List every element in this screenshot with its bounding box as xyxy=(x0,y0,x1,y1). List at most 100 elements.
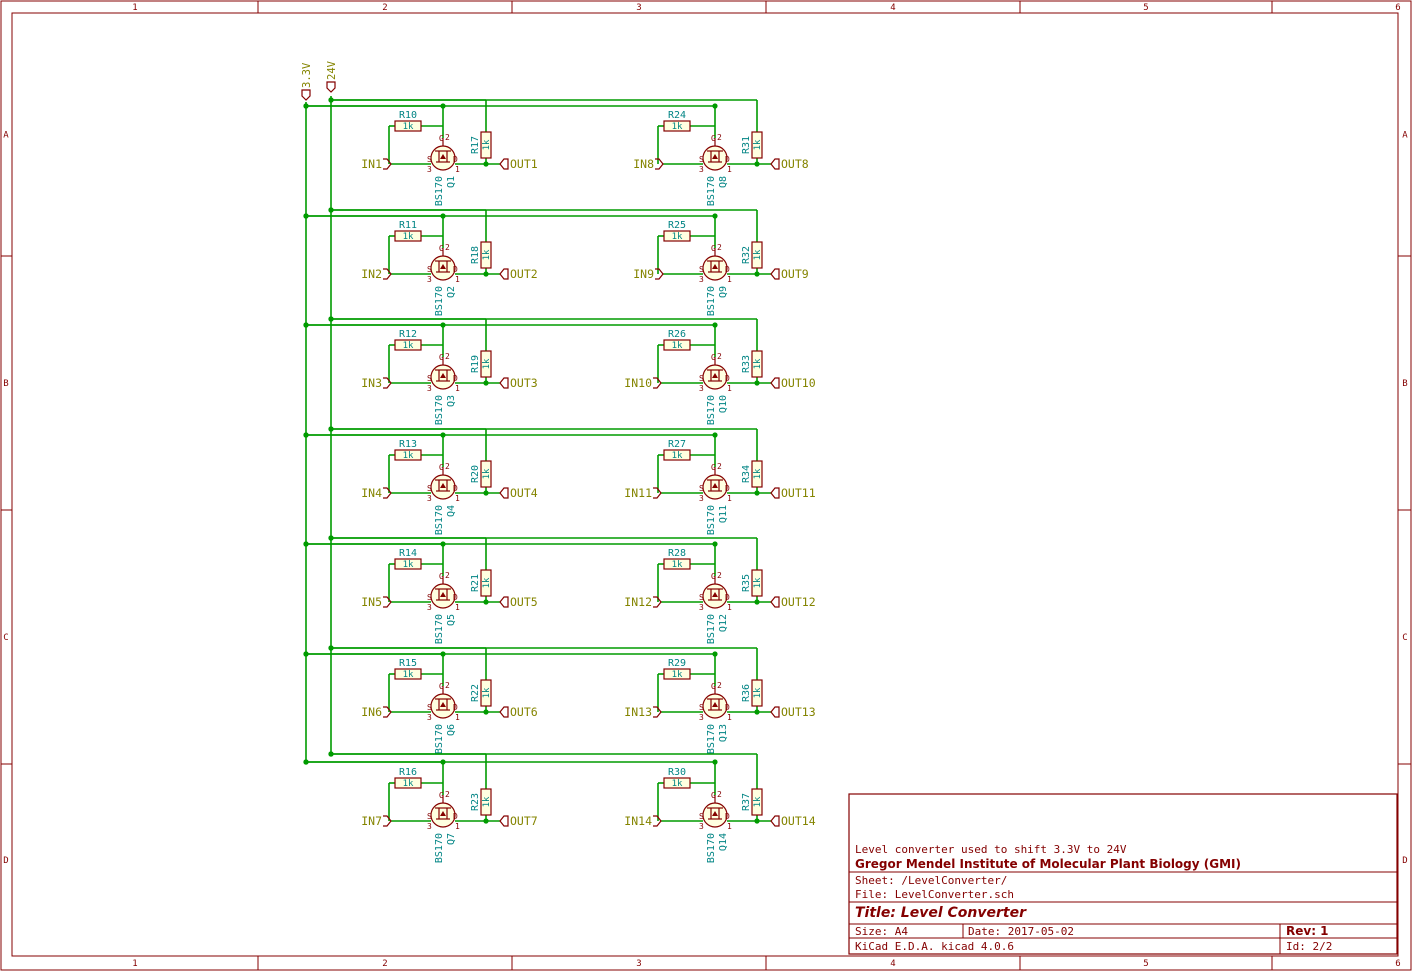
mosfet-value: BS170 xyxy=(706,724,717,754)
circuit-cell: 1kR13IN41kR20G 2S3D1BS170 Q4OUT4 xyxy=(303,426,538,535)
circuit-cell: 1kR11IN21kR18G 2S3D1BS170 Q2OUT2 xyxy=(303,207,538,316)
mosfet-pin-1: 1 xyxy=(455,822,460,831)
mosfet-ref: Q11 xyxy=(718,505,729,523)
input-label: IN4 xyxy=(361,486,382,500)
gate-resistor-ref: R25 xyxy=(668,220,686,231)
mosfet-ref: Q12 xyxy=(718,614,729,632)
output-label-shape xyxy=(499,487,509,499)
output-label-shape xyxy=(770,377,780,389)
frame-col-label-top: 1 xyxy=(132,3,137,13)
frame-col-label-top: 6 xyxy=(1395,3,1400,13)
junction-dot xyxy=(303,213,309,219)
mosfet-pin-g: G xyxy=(711,244,716,253)
mosfet-value: BS170 xyxy=(706,176,717,206)
mosfet-pin-g: G xyxy=(711,134,716,143)
gate-resistor-value: 1k xyxy=(672,779,683,789)
pullup-resistor-ref: R18 xyxy=(470,246,481,264)
input-label-shape xyxy=(653,487,662,499)
input-label: IN7 xyxy=(361,814,382,828)
mosfet-pin-s: S xyxy=(427,374,432,383)
mosfet-ref: Q6 xyxy=(446,724,457,736)
mosfet-pin-1: 1 xyxy=(727,384,732,393)
mosfet-pin-1: 1 xyxy=(455,713,460,722)
mosfet-pin-1: 1 xyxy=(727,822,732,831)
mosfet-pin-1: 1 xyxy=(455,165,460,174)
mosfet-pin-g: G xyxy=(711,353,716,362)
frame-row-label-left: A xyxy=(3,131,9,141)
output-label: OUT14 xyxy=(781,814,816,828)
circuit-cell: 1kR16IN71kR23G 2S3D1BS170 Q7OUT7 xyxy=(303,751,538,863)
pullup-resistor-value: 1k xyxy=(753,139,763,150)
mosfet-ref: Q7 xyxy=(446,833,457,845)
output-label-shape xyxy=(499,596,509,608)
junction-dot xyxy=(303,103,309,109)
mosfet-value: BS170 xyxy=(434,176,445,206)
pullup-resistor-ref: R34 xyxy=(741,465,752,483)
junction-dot xyxy=(303,651,309,657)
mosfet-pin-2: 2 xyxy=(717,243,722,252)
mosfet-pin-3: 3 xyxy=(699,603,704,612)
mosfet-value: BS170 xyxy=(434,833,445,863)
gate-resistor-ref: R10 xyxy=(399,110,417,121)
gate-resistor-value: 1k xyxy=(403,341,414,351)
output-label-shape xyxy=(499,268,509,280)
mosfet-pin-g: G xyxy=(439,353,444,362)
input-label: IN10 xyxy=(624,376,652,390)
input-label: IN8 xyxy=(633,157,654,171)
input-label: IN6 xyxy=(361,705,382,719)
frame-col-label-bottom: 5 xyxy=(1143,959,1148,969)
mosfet-pin-1: 1 xyxy=(727,603,732,612)
mosfet-ref: Q14 xyxy=(718,833,729,851)
gate-resistor-ref: R27 xyxy=(668,439,686,450)
input-label: IN9 xyxy=(633,267,654,281)
pullup-resistor-ref: R23 xyxy=(470,793,481,811)
output-label-shape xyxy=(499,158,509,170)
mosfet-ref: Q10 xyxy=(718,395,729,413)
input-label: IN1 xyxy=(361,157,382,171)
frame-row-label-left: B xyxy=(3,379,8,389)
mosfet-ref: Q8 xyxy=(718,176,729,188)
mosfet-pin-s: S xyxy=(699,484,704,493)
mosfet-pin-g: G xyxy=(439,791,444,800)
input-label-shape xyxy=(655,158,664,170)
frame-col-label-top: 5 xyxy=(1143,3,1148,13)
mosfet-pin-2: 2 xyxy=(445,462,450,471)
output-label-shape xyxy=(499,815,509,827)
mosfet-pin-3: 3 xyxy=(427,603,432,612)
circuit-cell: 1kR26IN101kR33G 2S3D1BS170 Q10OUT10 xyxy=(303,316,816,425)
mosfet-pin-1: 1 xyxy=(455,494,460,503)
mosfet-pin-2: 2 xyxy=(717,352,722,361)
junction-dot xyxy=(712,651,718,657)
mosfet-pin-3: 3 xyxy=(699,822,704,831)
output-label: OUT5 xyxy=(510,595,538,609)
frame-col-label-bottom: 1 xyxy=(132,959,137,969)
mosfet-pin-2: 2 xyxy=(717,571,722,580)
gate-resistor-value: 1k xyxy=(403,779,414,789)
tb-tool: KiCad E.D.A. kicad 4.0.6 xyxy=(855,940,1014,953)
mosfet-pin-s: S xyxy=(699,265,704,274)
frame-col-label-top: 4 xyxy=(890,3,895,13)
gate-resistor-ref: R16 xyxy=(399,767,417,778)
mosfet-pin-3: 3 xyxy=(427,822,432,831)
circuit-cell: 1kR27IN111kR34G 2S3D1BS170 Q11OUT11 xyxy=(303,426,816,535)
mosfet-pin-3: 3 xyxy=(699,494,704,503)
mosfet-pin-g: G xyxy=(711,463,716,472)
mosfet-pin-s: S xyxy=(427,484,432,493)
output-label-shape xyxy=(499,377,509,389)
circuit-cell: 1kR10IN11kR17G 2S3D1BS170 Q1OUT1 xyxy=(303,97,538,206)
mosfet-pin-1: 1 xyxy=(727,713,732,722)
junction-dot xyxy=(328,316,334,322)
mosfet-pin-2: 2 xyxy=(445,790,450,799)
mosfet-pin-g: G xyxy=(711,572,716,581)
pullup-resistor-ref: R35 xyxy=(741,574,752,592)
mosfet-pin-3: 3 xyxy=(427,384,432,393)
gate-resistor-value: 1k xyxy=(672,560,683,570)
pullup-resistor-value: 1k xyxy=(753,249,763,260)
mosfet-pin-2: 2 xyxy=(445,571,450,580)
pullup-resistor-ref: R22 xyxy=(470,684,481,702)
gate-resistor-value: 1k xyxy=(672,451,683,461)
mosfet-pin-g: G xyxy=(439,134,444,143)
frame-col-label-bottom: 6 xyxy=(1395,959,1400,969)
circuit-cell: 1kR15IN61kR22G 2S3D1BS170 Q6OUT6 xyxy=(303,645,538,754)
input-label: IN5 xyxy=(361,595,382,609)
